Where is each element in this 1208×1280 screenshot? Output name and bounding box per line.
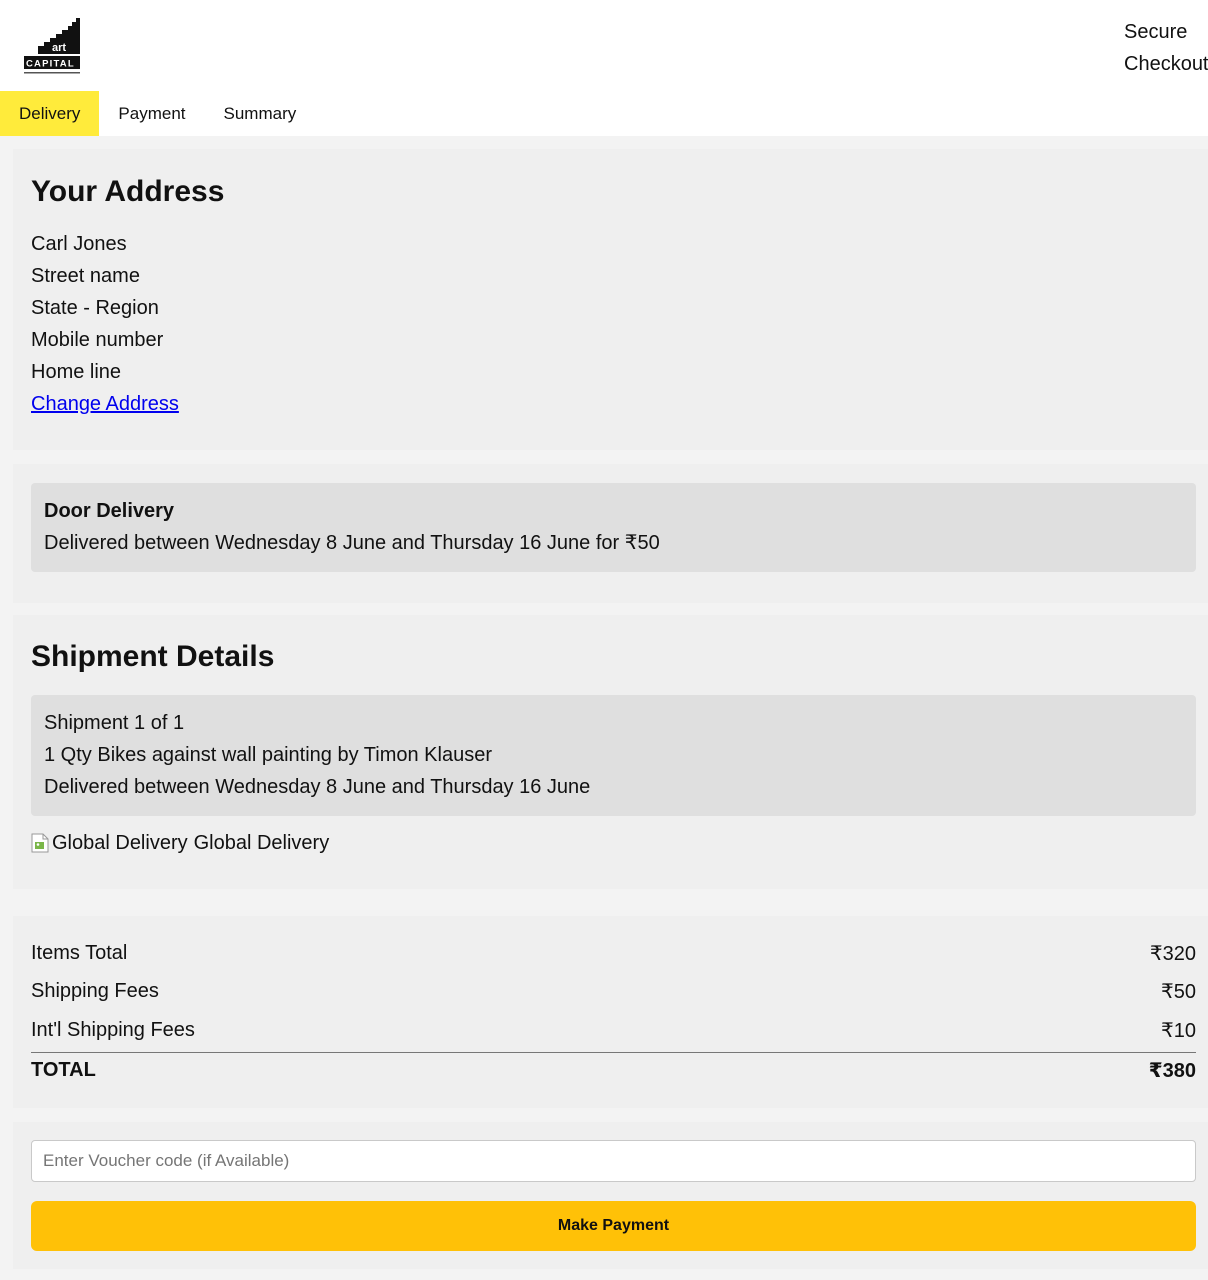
shipment-item: 1 Qty Bikes against wall painting by Tim… — [44, 744, 492, 766]
address-name: Carl Jones — [31, 233, 127, 255]
totals-row-intl-shipping: Int'l Shipping Fees ₹10 — [31, 1011, 1196, 1050]
make-payment-button[interactable]: Make Payment — [31, 1201, 1196, 1251]
address-details: Carl Jones Street name State - Region Mo… — [31, 228, 179, 420]
address-section: Your Address Carl Jones Street name Stat… — [13, 149, 1208, 450]
global-delivery-badge: Global Delivery Global Delivery — [31, 828, 329, 858]
shipment-delivery-window: Delivered between Wednesday 8 June and T… — [44, 776, 591, 798]
checkout-tabs: Delivery Payment Summary — [0, 91, 315, 136]
change-address-link[interactable]: Change Address — [31, 393, 179, 415]
shipment-card: Shipment 1 of 1 1 Qty Bikes against wall… — [31, 695, 1196, 816]
totals-label: Shipping Fees — [31, 980, 159, 1003]
address-mobile: Mobile number — [31, 329, 164, 351]
art-capital-logo[interactable]: art CAPITAL — [24, 18, 82, 76]
secure-checkout-label: Secure Checkout — [1124, 16, 1208, 80]
totals-value: ₹320 — [1149, 942, 1196, 965]
shipment-title: Shipment Details — [31, 640, 275, 673]
totals-table: Items Total ₹320 Shipping Fees ₹50 Int'l… — [31, 934, 1196, 1088]
totals-row-grand-total: TOTAL ₹380 — [31, 1051, 1196, 1088]
delivery-option-section: Door Delivery Delivered between Wednesda… — [13, 464, 1208, 603]
shipment-count: Shipment 1 of 1 — [44, 712, 185, 734]
logo-text-capital: CAPITAL — [26, 59, 75, 70]
secure-label-line1: Secure — [1124, 21, 1188, 43]
voucher-code-input[interactable] — [31, 1140, 1196, 1182]
totals-label: Items Total — [31, 941, 128, 964]
address-street: Street name — [31, 265, 140, 287]
grand-total-value: ₹380 — [1148, 1059, 1196, 1082]
shipment-section: Shipment Details Shipment 1 of 1 1 Qty B… — [13, 615, 1208, 889]
global-delivery-image-alt: Global Delivery — [52, 831, 188, 854]
order-totals-section: Items Total ₹320 Shipping Fees ₹50 Int'l… — [13, 916, 1208, 1108]
global-delivery-caption: Global Delivery — [193, 831, 330, 854]
tab-payment[interactable]: Payment — [99, 91, 204, 136]
totals-row-shipping: Shipping Fees ₹50 — [31, 973, 1196, 1012]
delivery-option-description: Delivered between Wednesday 8 June and T… — [44, 532, 660, 554]
broken-image-icon — [31, 833, 49, 853]
address-title: Your Address — [31, 175, 225, 208]
tab-summary[interactable]: Summary — [205, 91, 316, 136]
secure-label-line2: Checkout — [1124, 53, 1208, 75]
payment-section: Make Payment — [13, 1122, 1208, 1269]
totals-value: ₹50 — [1161, 981, 1196, 1004]
door-delivery-option[interactable]: Door Delivery Delivered between Wednesda… — [31, 483, 1196, 572]
grand-total-label: TOTAL — [31, 1058, 96, 1081]
totals-value: ₹10 — [1161, 1019, 1196, 1042]
delivery-option-title: Door Delivery — [44, 500, 175, 522]
address-state-region: State - Region — [31, 297, 159, 319]
address-home-line: Home line — [31, 361, 122, 383]
totals-row-items: Items Total ₹320 — [31, 934, 1196, 973]
logo-text-art: art — [52, 42, 66, 54]
site-header: art CAPITAL Secure Checkout Delivery Pay… — [0, 0, 1208, 136]
totals-label: Int'l Shipping Fees — [31, 1018, 195, 1041]
tab-delivery[interactable]: Delivery — [0, 91, 100, 136]
